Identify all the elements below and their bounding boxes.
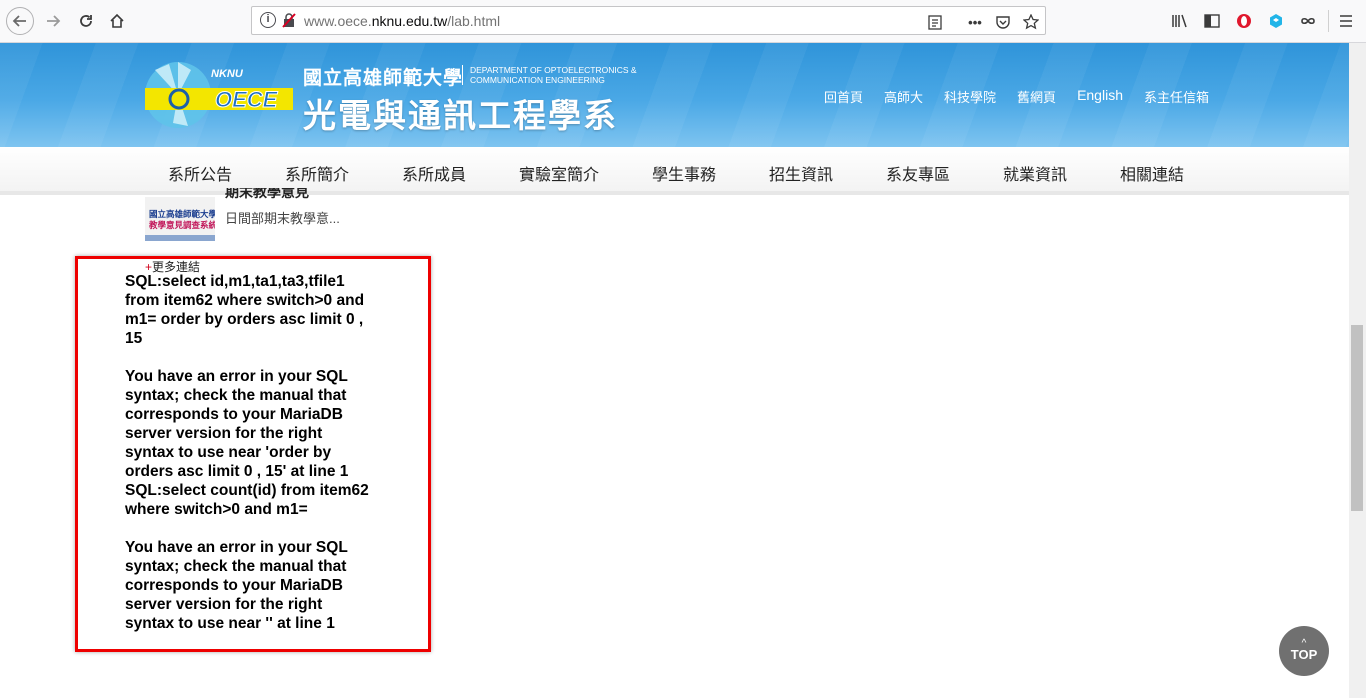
link-nknu[interactable]: 高師大 bbox=[884, 87, 923, 106]
highlight-box bbox=[75, 256, 431, 652]
link-chair-mailbox[interactable]: 系主任信箱 bbox=[1144, 87, 1209, 106]
nav-student-affairs[interactable]: 學生事務 bbox=[652, 161, 716, 185]
back-arrow-icon bbox=[12, 15, 26, 27]
logo-nknu-text: NKNU bbox=[211, 68, 244, 80]
reload-button[interactable] bbox=[73, 8, 99, 34]
opera-extension-icon[interactable] bbox=[1234, 11, 1254, 31]
forward-button[interactable] bbox=[40, 8, 66, 34]
url-text[interactable]: www.oece.nknu.edu.tw/lab.html bbox=[304, 13, 500, 29]
reload-icon bbox=[80, 15, 92, 27]
back-to-top-button[interactable]: ^ TOP bbox=[1279, 626, 1329, 676]
browser-toolbar: i www.oece.nknu.edu.tw/lab.html ••• bbox=[0, 0, 1366, 43]
site-header: NKNU OECE 國立高雄師範大學 DEPARTMENT OF OPTOELE… bbox=[0, 43, 1349, 147]
nav-admissions[interactable]: 招生資訊 bbox=[769, 161, 833, 185]
nav-related-links[interactable]: 相關連結 bbox=[1120, 161, 1184, 185]
page-scrollbar[interactable] bbox=[1349, 43, 1366, 698]
bookmark-star-icon[interactable] bbox=[1022, 13, 1040, 31]
sidebar-toggle-icon[interactable] bbox=[1202, 11, 1222, 31]
page-actions-icon[interactable]: ••• bbox=[966, 13, 984, 31]
info-icon[interactable]: i bbox=[260, 12, 276, 28]
nav-careers[interactable]: 就業資訊 bbox=[1003, 161, 1067, 185]
top-label: TOP bbox=[1290, 647, 1318, 662]
library-icon[interactable] bbox=[1170, 11, 1190, 31]
logo-oece-text: OECE bbox=[215, 87, 279, 112]
reader-view-icon[interactable] bbox=[926, 13, 944, 31]
nav-labs[interactable]: 實驗室簡介 bbox=[519, 161, 599, 185]
pocket-icon[interactable] bbox=[994, 13, 1012, 31]
department-english-name: DEPARTMENT OF OPTOELECTRONICS & COMMUNIC… bbox=[462, 65, 637, 85]
thumb-line2: 教學意見調查系統 bbox=[149, 220, 215, 230]
header-links: 回首頁 高師大 科技學院 舊網頁 English 系主任信箱 bbox=[824, 87, 1230, 106]
url-path: /lab.html bbox=[447, 13, 501, 29]
nav-members[interactable]: 系所成員 bbox=[402, 161, 466, 185]
nav-about[interactable]: 系所簡介 bbox=[285, 161, 349, 185]
scrollbar-thumb[interactable] bbox=[1351, 325, 1363, 511]
toolbar-separator bbox=[1328, 10, 1329, 32]
home-button[interactable] bbox=[104, 8, 130, 34]
extension-cube-icon[interactable] bbox=[1266, 11, 1286, 31]
department-logo[interactable]: NKNU OECE bbox=[143, 60, 293, 130]
link-old-site[interactable]: 舊網頁 bbox=[1017, 87, 1056, 106]
main-nav: 系所公告 系所簡介 系所成員 實驗室簡介 學生事務 招生資訊 系友專區 就業資訊… bbox=[0, 147, 1349, 195]
dept-en-line1: DEPARTMENT OF OPTOELECTRONICS & bbox=[470, 65, 637, 75]
university-name: 國立高雄師範大學 bbox=[303, 68, 464, 89]
back-button[interactable] bbox=[6, 7, 34, 35]
url-domain: nknu.edu.tw bbox=[371, 13, 448, 29]
thumb-bar bbox=[145, 235, 215, 241]
link-college[interactable]: 科技學院 bbox=[944, 87, 996, 106]
link-item-thumbnail[interactable]: 國立高雄師範大學 教學意見調查系統 bbox=[145, 197, 215, 241]
link-item-description[interactable]: 日間部期末教學意... bbox=[225, 208, 340, 227]
department-chinese-name: 光電與通訊工程學系 bbox=[303, 97, 618, 134]
nav-announcements[interactable]: 系所公告 bbox=[168, 161, 232, 185]
link-home[interactable]: 回首頁 bbox=[824, 87, 863, 106]
dept-en-line2: COMMUNICATION ENGINEERING bbox=[470, 75, 605, 85]
url-prefix: www.oece. bbox=[304, 13, 372, 29]
link-english[interactable]: English bbox=[1077, 87, 1123, 106]
infinity-extension-icon[interactable] bbox=[1298, 11, 1318, 31]
hamburger-menu-icon[interactable] bbox=[1336, 11, 1356, 31]
link-item-title[interactable]: 期末教學意見 bbox=[225, 188, 309, 199]
insecure-lock-icon[interactable] bbox=[282, 12, 296, 28]
forward-arrow-icon bbox=[47, 15, 61, 27]
home-icon bbox=[110, 13, 124, 28]
nav-alumni[interactable]: 系友專區 bbox=[886, 161, 950, 185]
address-bar[interactable]: i www.oece.nknu.edu.tw/lab.html ••• bbox=[251, 6, 1046, 35]
